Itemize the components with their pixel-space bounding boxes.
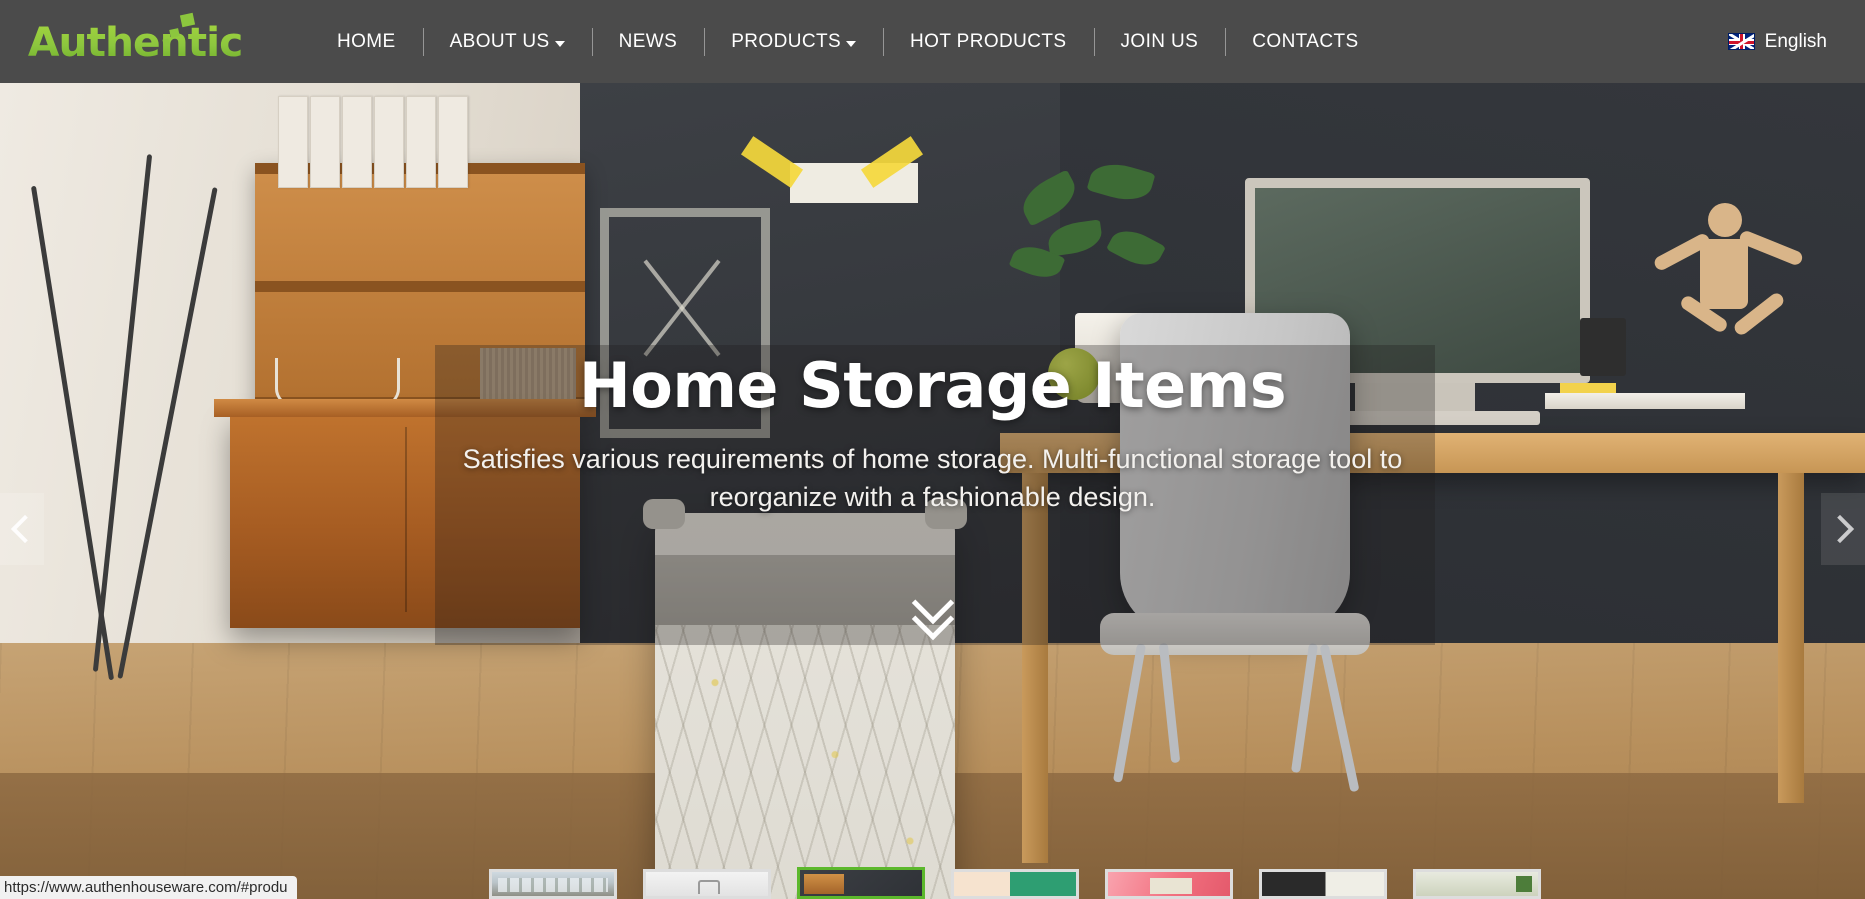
site-logo[interactable]: Authentic [28,6,243,68]
browser-status-bar-url: https://www.authenhouseware.com/#produ [0,876,297,899]
logo-text: Authentic [27,20,243,66]
site-header: Authentic HOME ABOUT US NEWS PRODUCTS HO… [0,0,1865,83]
carousel-thumbnail-active[interactable] [797,867,925,899]
nav-item-label: JOIN US [1120,30,1199,52]
nav-item-contacts[interactable]: CONTACTS [1225,25,1385,59]
nav-item-label: ABOUT US [449,30,550,52]
nav-item-label: CONTACTS [1252,30,1359,52]
nav-item-home[interactable]: HOME [310,25,423,59]
carousel-thumbnail[interactable] [643,869,771,899]
carousel-thumbnail[interactable] [951,869,1079,899]
carousel-prev-button[interactable] [0,493,44,565]
carousel-thumbnail[interactable] [1413,869,1541,899]
chevron-left-icon [10,514,40,544]
coat-rack-decor [30,153,230,681]
nav-item-join-us[interactable]: JOIN US [1093,25,1226,59]
logo-square-icon [162,38,170,46]
carousel-thumbnail[interactable] [1259,869,1387,899]
nav-item-about-us[interactable]: ABOUT US [422,25,592,59]
carousel-thumbnail-strip [489,867,1541,899]
language-selector[interactable]: English [1727,0,1827,83]
nav-item-label: HOME [337,30,396,52]
chevron-down-icon [846,40,857,47]
wooden-manikin-decor [1630,203,1810,403]
nav-item-hot-products[interactable]: HOT PRODUCTS [883,25,1093,59]
chevron-down-icon [554,40,565,47]
chevron-right-icon [1825,514,1855,544]
nav-item-label: PRODUCTS [731,30,842,52]
uk-flag-icon [1727,33,1755,50]
nav-item-label: NEWS [618,30,678,52]
nav-item-news[interactable]: NEWS [591,25,705,59]
nav-item-products[interactable]: PRODUCTS [704,25,883,59]
carousel-thumbnail[interactable] [1105,869,1233,899]
main-navigation: HOME ABOUT US NEWS PRODUCTS HOT PRODUCTS… [310,0,1386,83]
carousel-thumbnail[interactable] [489,869,617,899]
language-label: English [1764,30,1827,52]
double-chevron-down-icon[interactable] [900,581,966,641]
nav-item-label: HOT PRODUCTS [910,30,1067,52]
hero-carousel: Home Storage Items Satisfies various req… [0,83,1865,899]
carousel-next-button[interactable] [1821,493,1865,565]
